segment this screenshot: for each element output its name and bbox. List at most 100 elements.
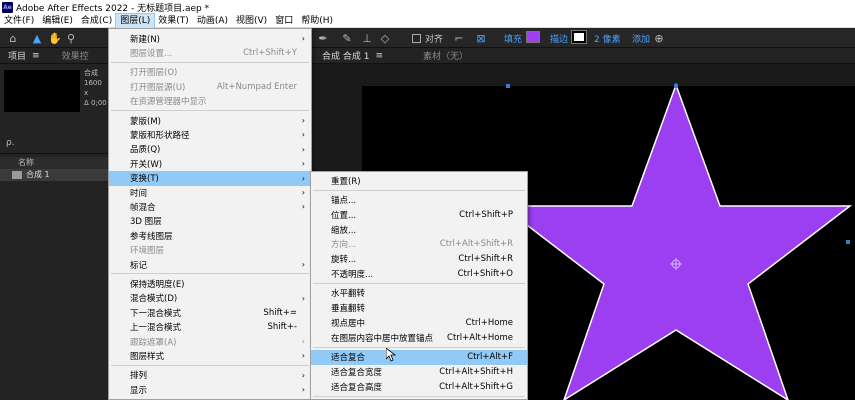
menu-item[interactable]: 旋转... Ctrl+Shift+R bbox=[311, 252, 527, 267]
project-search-input[interactable]: ρ. bbox=[0, 138, 108, 154]
menu-item[interactable]: 水平翻转 bbox=[311, 286, 527, 301]
menu-item[interactable]: 新建(N) › bbox=[109, 31, 311, 46]
eraser-tool-icon[interactable]: ◇ bbox=[378, 31, 392, 45]
menu-item-label: 混合模式(D) bbox=[130, 294, 178, 305]
name-column-header[interactable]: 名称 bbox=[0, 157, 108, 169]
stroke-label[interactable]: 描边 bbox=[550, 31, 568, 45]
menu-item[interactable]: 变换(T) › bbox=[109, 170, 311, 186]
menu-item-label: 跟踪遮罩(A) bbox=[130, 337, 177, 348]
menubar-item[interactable]: 窗口 bbox=[271, 14, 297, 28]
menu-item-shortcut: Ctrl+Alt+Shift+G bbox=[439, 381, 513, 392]
menu-item: 跟踪遮罩(A) › bbox=[109, 334, 311, 349]
menu-item[interactable]: 蒙版(M) › bbox=[109, 113, 311, 128]
menu-item[interactable]: 蒙版和形状路径 › bbox=[109, 127, 311, 142]
menu-item[interactable]: 重置(R) bbox=[311, 173, 527, 188]
menu-item-label: 垂直翻转 bbox=[331, 304, 366, 315]
menu-item[interactable]: 帧混合 › bbox=[109, 199, 311, 214]
submenu-arrow-icon: › bbox=[301, 144, 305, 154]
menu-item[interactable]: 不透明度... Ctrl+Shift+O bbox=[311, 266, 527, 281]
tab-footage[interactable]: 素材（无） bbox=[423, 49, 468, 62]
project-tab[interactable]: 项目 ≡ 效果控 bbox=[0, 48, 108, 64]
submenu-arrow-icon: › bbox=[301, 337, 305, 346]
comp-info-name: 合成 bbox=[84, 69, 98, 77]
menu-item[interactable]: 垂直翻转 bbox=[311, 301, 527, 316]
menu-item-label: 3D 图层 bbox=[130, 217, 162, 228]
comp-thumbnail bbox=[4, 70, 80, 112]
menu-item[interactable]: 图层样式 › bbox=[109, 348, 311, 363]
add-circle-icon[interactable]: ⊕ bbox=[652, 31, 666, 45]
menu-item[interactable]: 在图层内容中居中放置锚点 Ctrl+Alt+Home bbox=[311, 330, 527, 345]
selection-tool-icon[interactable]: ▲ bbox=[30, 31, 44, 45]
menubar-item[interactable]: 效果(T) bbox=[154, 14, 193, 28]
menu-item[interactable]: 适合复合宽度 Ctrl+Alt+Shift+H bbox=[311, 364, 527, 379]
menu-item-label: 时间 bbox=[130, 188, 148, 199]
panel-menu-icon[interactable]: ≡ bbox=[375, 51, 383, 61]
menu-item[interactable]: 混合模式(D) › bbox=[109, 291, 311, 306]
stroke-width-value[interactable]: 2 像素 bbox=[594, 31, 621, 45]
menubar-item[interactable]: 文件(F) bbox=[0, 14, 38, 28]
menubar-item[interactable]: 编辑(E) bbox=[38, 14, 77, 28]
menu-item[interactable]: 缩放... bbox=[311, 222, 527, 237]
menu-item[interactable]: 时间 › bbox=[109, 185, 311, 200]
menubar-item[interactable]: 视图(V) bbox=[232, 14, 271, 28]
menu-separator bbox=[313, 282, 525, 284]
menu-item[interactable]: 上一混合模式 Shift+- bbox=[109, 320, 311, 335]
tab-composition[interactable]: 合成 合成 1 bbox=[312, 49, 369, 62]
submenu-arrow-icon: › bbox=[301, 188, 305, 197]
menu-item[interactable]: 保持透明度(E) bbox=[109, 276, 311, 291]
zoom-tool-icon[interactable]: ⚲ bbox=[64, 31, 78, 45]
panel-menu-icon[interactable]: ≡ bbox=[32, 51, 40, 61]
fill-color-swatch[interactable] bbox=[526, 31, 540, 43]
menu-item[interactable]: 排列 › bbox=[109, 368, 311, 383]
menu-item-label: 图层样式 bbox=[130, 351, 165, 362]
menu-item[interactable]: 显示 › bbox=[109, 382, 311, 397]
menubar-item[interactable]: 帮助(H) bbox=[297, 14, 337, 28]
menu-item[interactable]: 3D 图层 bbox=[109, 214, 311, 229]
menubar-item[interactable]: 图层(L) bbox=[115, 12, 156, 29]
menu-item[interactable]: 视点居中 Ctrl+Home bbox=[311, 315, 527, 330]
project-panel: 项目 ≡ 效果控 合成 1600 x Δ 0;00 ρ. 名称 合成 1 bbox=[0, 48, 108, 400]
home-icon[interactable]: ⌂ bbox=[6, 31, 20, 45]
mouse-cursor-icon bbox=[386, 348, 396, 362]
stamp-tool-icon[interactable]: ⊥ bbox=[360, 31, 374, 45]
menu-item: 打开图层(O) bbox=[109, 65, 311, 80]
menu-item[interactable]: 锚点... bbox=[311, 193, 527, 208]
menu-item-shortcut: Ctrl+Shift+R bbox=[458, 254, 513, 264]
menu-item[interactable]: 位置... Ctrl+Shift+P bbox=[311, 207, 527, 222]
menu-item[interactable]: 开关(W) › bbox=[109, 156, 311, 171]
stroke-color-swatch[interactable] bbox=[571, 30, 587, 44]
menu-item-label: 排列 bbox=[130, 371, 148, 382]
menu-item-label: 方向... bbox=[331, 240, 357, 251]
effects-tab-label[interactable]: 效果控 bbox=[62, 49, 89, 62]
menu-item-shortcut: Shift+= bbox=[263, 307, 297, 318]
menubar-item[interactable]: 动画(A) bbox=[193, 14, 232, 28]
menu-item-label: 锚点... bbox=[331, 196, 357, 207]
menu-item[interactable]: 适合复合 Ctrl+Alt+F bbox=[311, 349, 527, 365]
pen-tool-icon[interactable]: ✒ bbox=[316, 31, 330, 45]
submenu-arrow-icon: › bbox=[301, 159, 305, 169]
menu-item: 打开图层源(U) Alt+Numpad Enter bbox=[109, 79, 311, 94]
snap-target-icon[interactable]: ⊠ bbox=[474, 31, 488, 45]
align-toggle[interactable]: 对齐 bbox=[412, 31, 443, 45]
snap-icon[interactable]: ⌐ bbox=[452, 31, 466, 45]
menu-separator bbox=[313, 189, 525, 191]
menu-item-shortcut: Alt+Numpad Enter bbox=[216, 81, 297, 92]
brush-tool-icon[interactable]: ✎ bbox=[340, 31, 354, 45]
menu-item-label: 蒙版和形状路径 bbox=[130, 130, 190, 141]
menu-item[interactable]: 标记 › bbox=[109, 257, 311, 272]
project-item-comp[interactable]: 合成 1 bbox=[0, 169, 108, 181]
menu-item-label: 品质(Q) bbox=[130, 145, 161, 156]
menu-item[interactable]: 适合复合高度 Ctrl+Alt+Shift+G bbox=[311, 379, 527, 394]
fill-label[interactable]: 填充 bbox=[504, 31, 522, 45]
menu-item-shortcut: Ctrl+Shift+P bbox=[459, 209, 513, 220]
add-label[interactable]: 添加 bbox=[632, 31, 650, 45]
menu-item[interactable]: 品质(Q) › bbox=[109, 142, 311, 157]
align-checkbox-icon bbox=[412, 33, 421, 43]
menu-item-label: 标记 bbox=[130, 260, 148, 271]
hand-tool-icon[interactable]: ✋ bbox=[48, 31, 62, 45]
menu-item-shortcut: Ctrl+Alt+Home bbox=[447, 332, 513, 343]
menu-item[interactable]: 参考线图层 bbox=[109, 228, 311, 243]
menubar-item[interactable]: 合成(C) bbox=[77, 14, 116, 28]
menu-item[interactable]: 下一混合模式 Shift+= bbox=[109, 305, 311, 320]
menu-item-label: 旋转... bbox=[331, 255, 357, 265]
